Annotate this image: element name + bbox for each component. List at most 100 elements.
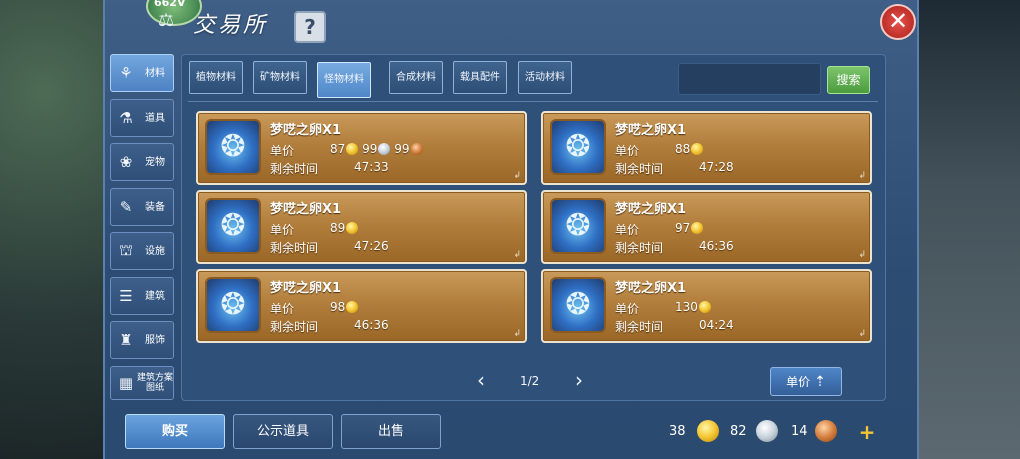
tab-plant-materials[interactable]: 植物材料 [189,61,243,94]
price-label: 单价 [270,223,295,237]
sidebar-item-materials[interactable]: ⚘ 材料 [110,54,174,92]
next-page-button[interactable]: › [572,370,586,390]
listing-card[interactable]: ❂ 梦呓之卵X1 单价 88 剩余时间 47:28 ↲ [541,111,872,185]
price-value: 89 [330,221,359,235]
sidebar-item-facilities[interactable]: ⛫ 设施 [110,232,174,270]
time-label: 剩余时间 [615,241,664,255]
corner-mark-icon: ↲ [513,171,521,181]
tab-monster-materials[interactable]: 怪物材料 [317,62,371,98]
tab-mineral-materials[interactable]: 矿物材料 [253,61,307,94]
egg-icon: ❂ [220,129,246,164]
price-label: 单价 [615,223,640,237]
price-label: 单价 [615,302,640,316]
price-value: 130 [675,300,711,314]
prev-page-button[interactable]: ‹ [474,370,488,390]
facility-icon: ⛫ [119,241,133,259]
flask-icon: ⚗ [119,109,133,127]
sidebar-item-label: 建筑 [145,290,165,302]
public-items-button[interactable]: 公示道具 [233,414,333,449]
page-indicator: 1/2 [520,374,540,388]
blueprint-icon: ▦ [118,374,134,392]
sell-button[interactable]: 出售 [341,414,441,449]
tab-event-materials[interactable]: 活动材料 [518,61,572,94]
clothing-icon: ♜ [119,331,133,349]
corner-mark-icon: ↲ [858,329,866,339]
sidebar-item-pets[interactable]: ❀ 宠物 [110,143,174,181]
equipment-icon: ✎ [119,198,133,216]
gold-amount: 88 [675,142,691,156]
copper-amount: 99 [394,142,410,156]
sort-arrow-icon: ⇡ [814,373,826,390]
egg-icon: ❂ [565,129,591,164]
wallet-silver-amount: 82 [730,424,747,439]
egg-icon: ❂ [220,287,246,322]
item-name: 梦呓之卵X1 [615,123,687,138]
time-label: 剩余时间 [270,162,319,176]
silver-coin-icon [756,420,778,442]
page-title: 交易所 [193,13,269,38]
sidebar-item-equipment[interactable]: ✎ 装备 [110,188,174,226]
listing-card[interactable]: ❂ 梦呓之卵X1 单价 89 剩余时间 47:26 ↲ [196,190,527,264]
paw-icon: ❀ [119,153,133,171]
time-label: 剩余时间 [615,320,664,334]
search-button[interactable]: 搜索 [827,66,870,94]
building-icon: ☰ [119,287,133,305]
time-label: 剩余时间 [615,162,664,176]
sidebar-item-clothing[interactable]: ♜ 服饰 [110,321,174,359]
sidebar-item-props[interactable]: ⚗ 道具 [110,99,174,137]
sidebar-item-label: 道具 [145,112,165,124]
gold-coin-icon [346,143,359,155]
price-label: 单价 [270,144,295,158]
item-name: 梦呓之卵X1 [270,202,342,217]
help-button[interactable]: ? [294,11,326,43]
time-label: 剩余时间 [270,320,319,334]
egg-icon: ❂ [565,287,591,322]
add-currency-button[interactable]: + [856,421,878,443]
sidebar-item-label: 服饰 [145,334,165,346]
egg-icon: ❂ [565,208,591,243]
time-value: 47:33 [354,160,389,174]
tab-vehicle-parts[interactable]: 载具配件 [453,61,507,94]
time-value: 46:36 [699,239,734,253]
buy-button[interactable]: 购买 [125,414,225,449]
scale-icon: ⚖ [158,10,175,31]
sort-by-price-button[interactable]: 单价 ⇡ [770,367,842,396]
corner-mark-icon: ↲ [858,250,866,260]
listing-card[interactable]: ❂ 梦呓之卵X1 单价 130 剩余时间 04:24 ↲ [541,269,872,343]
corner-mark-icon: ↲ [513,250,521,260]
price-label: 单价 [270,302,295,316]
listing-card[interactable]: ❂ 梦呓之卵X1 单价 87 99 99 剩余时间 47:33 ↲ [196,111,527,185]
sidebar-item-buildings[interactable]: ☰ 建筑 [110,277,174,315]
price-value: 88 [675,142,704,156]
sidebar-item-blueprints[interactable]: ▦ 建筑方案图纸 [110,366,174,400]
gold-coin-icon [346,222,359,234]
gold-coin-icon [691,222,704,234]
listing-card[interactable]: ❂ 梦呓之卵X1 单价 98 剩余时间 46:36 ↲ [196,269,527,343]
close-button[interactable]: ✕ [880,4,916,40]
listing-card[interactable]: ❂ 梦呓之卵X1 单价 97 剩余时间 46:36 ↲ [541,190,872,264]
time-value: 47:28 [699,160,734,174]
gold-amount: 130 [675,300,698,314]
divider [188,101,878,102]
item-name: 梦呓之卵X1 [270,281,342,296]
silver-amount: 99 [362,142,378,156]
time-value: 47:26 [354,239,389,253]
wallet-copper-amount: 14 [791,424,808,439]
time-value: 04:24 [699,318,734,332]
sidebar-item-label: 材料 [145,67,165,79]
copper-coin-icon [815,420,837,442]
search-input[interactable] [678,63,821,95]
materials-icon: ⚘ [119,64,133,82]
gold-amount: 98 [330,300,346,314]
gold-amount: 97 [675,221,691,235]
gold-amount: 89 [330,221,346,235]
wallet-gold-amount: 38 [669,424,686,439]
background-left [0,0,110,459]
time-label: 剩余时间 [270,241,319,255]
corner-mark-icon: ↲ [858,171,866,181]
price-value: 87 99 99 [330,142,423,156]
background-right [910,0,1020,459]
sidebar-item-label: 宠物 [145,156,165,168]
item-name: 梦呓之卵X1 [270,123,342,138]
tab-synthetic-materials[interactable]: 合成材料 [389,61,443,94]
